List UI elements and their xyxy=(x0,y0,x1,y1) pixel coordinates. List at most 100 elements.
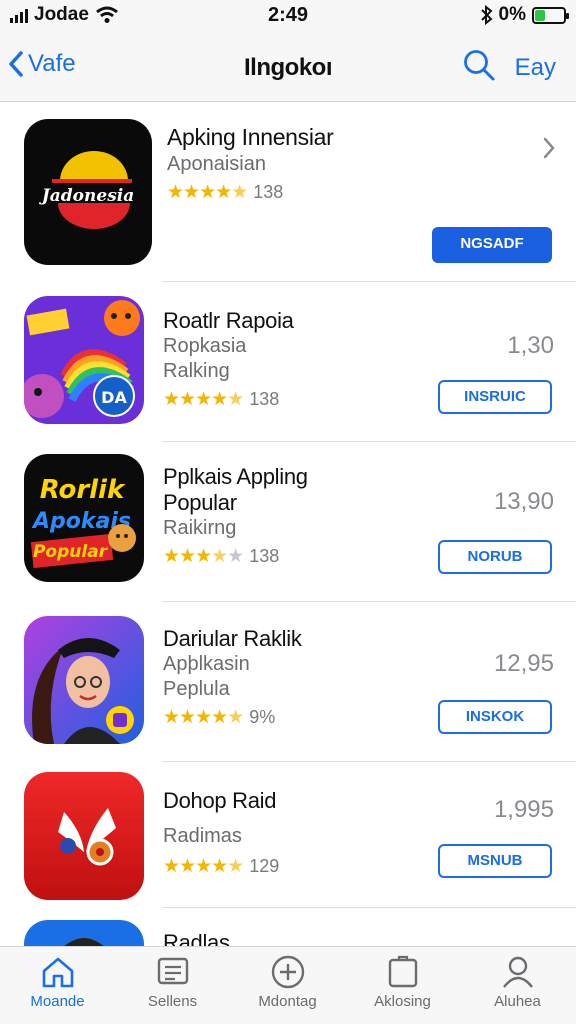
app-texts: Roatlr Rapoia Ropkasia Ralking ★★★★★ 138 xyxy=(163,308,294,411)
rating-stars: ★★★★★ xyxy=(163,855,244,878)
tab-label: Aklosing xyxy=(374,993,431,1010)
rating-stars: ★★★★★ xyxy=(163,706,244,729)
install-button[interactable]: MSNUB xyxy=(438,844,552,878)
app-icon-art: Rorlik Apokais Popular xyxy=(24,454,144,582)
list-item[interactable]: Dohop Raid Radimas ★★★★★ 129 1,995 MSNUB xyxy=(0,762,576,908)
tab-label: Mdontag xyxy=(258,993,317,1010)
tab-label: Sellens xyxy=(147,993,198,1010)
tab-bar: Moande Sellens Mdontag Aklosing Aluhea xyxy=(0,946,576,1024)
app-icon xyxy=(24,772,144,900)
stars-filled: ★★★★ xyxy=(163,389,228,410)
app-texts: Dohop Raid Radimas ★★★★★ 129 xyxy=(163,788,279,878)
app-price: 1,995 xyxy=(493,796,554,823)
list-item[interactable]: DA Roatlr Rapoia Ropkasia Ralking ★★★★★ … xyxy=(0,282,576,442)
stars-filled: ★★★★ xyxy=(163,707,228,728)
nav-right-button[interactable]: Eay xyxy=(515,54,556,82)
app-texts: Pplkais Appling Popular Raikirng ★★★★★ 1… xyxy=(163,464,308,568)
rating-stars: ★★★★★ xyxy=(163,388,244,411)
app-name: Dohop Raid xyxy=(163,788,277,813)
app-icon xyxy=(24,616,144,744)
app-icon: DA xyxy=(24,296,144,424)
app-icon-text-1: Rorlik xyxy=(40,475,126,505)
install-button[interactable]: NORUB xyxy=(438,540,552,574)
install-button[interactable]: NGSADF xyxy=(432,227,552,263)
app-name: Pplkais Appling xyxy=(163,464,308,489)
battery-percent: 0% xyxy=(498,4,526,25)
app-icon-art xyxy=(24,772,144,900)
app-icon-text: Jadonesia xyxy=(39,186,135,206)
app-name: Apking Innensiar xyxy=(167,124,334,150)
star-half: ★ xyxy=(211,546,228,567)
tab-aklosing[interactable]: Aklosing xyxy=(345,955,460,1010)
app-texts: Dariular Raklik Apþlkasin Peplula ★★★★★ … xyxy=(163,626,302,729)
app-price: 1,30 xyxy=(507,332,554,359)
app-subtitle: Raikirng xyxy=(163,517,237,539)
battery-fill xyxy=(535,9,545,21)
home-icon xyxy=(42,957,73,988)
app-rating: ★★★★★ 138 xyxy=(163,545,308,568)
install-button[interactable]: INSRUIC xyxy=(438,380,552,414)
list-item[interactable]: Rorlik Apokais Popular Pplkais Appling P… xyxy=(0,442,576,602)
chevron-right-icon xyxy=(543,137,555,159)
app-name: Roatlr Rapoia xyxy=(163,308,294,333)
app-icon-art: Jadonesia xyxy=(39,151,135,229)
stars-filled: ★★★★ xyxy=(163,856,228,877)
app-price: 12,95 xyxy=(493,650,554,677)
tab-mdontag[interactable]: Mdontag xyxy=(230,955,345,1010)
app-subtitle: Radimas xyxy=(163,825,242,847)
star-half: ★ xyxy=(227,856,244,877)
list-item[interactable]: Jadonesia Apking Innensiar Aponaisian ★★… xyxy=(0,102,576,282)
person-icon xyxy=(502,956,533,988)
rating-count: 9% xyxy=(249,707,276,727)
search-icon xyxy=(464,50,495,81)
app-icon: Rorlik Apokais Popular xyxy=(24,454,144,582)
app-rating: ★★★★★ 138 xyxy=(163,388,294,411)
app-icon-text: DA xyxy=(101,388,127,407)
tab-aluhea[interactable]: Aluhea xyxy=(460,955,575,1010)
app-icon: Jadonesia xyxy=(24,119,152,265)
app-icon-art xyxy=(24,616,144,744)
app-name-line2: Popular xyxy=(163,490,237,515)
status-right: 0% xyxy=(480,4,569,26)
plus-circle-icon xyxy=(271,955,304,989)
rating-stars: ★★★★★ xyxy=(167,181,248,204)
tab-home[interactable]: Moande xyxy=(0,955,115,1010)
rating-count: 138 xyxy=(249,546,280,566)
list-item[interactable]: Dariular Raklik Apþlkasin Peplula ★★★★★ … xyxy=(0,602,576,762)
status-bar: Jodae 2:49 0% xyxy=(0,0,576,34)
app-category: Ralking xyxy=(163,360,230,382)
app-category: Peplula xyxy=(163,678,230,700)
app-texts: Apking Innensiar Aponaisian ★★★★★ 138 xyxy=(167,124,334,204)
rating-stars: ★★★★★ xyxy=(163,545,244,568)
app-name: Dariular Raklik xyxy=(163,626,302,651)
stars-filled: ★★★ xyxy=(163,546,212,567)
rating-count: 138 xyxy=(249,389,280,409)
bluetooth-icon xyxy=(480,5,493,25)
star-half: ★ xyxy=(227,707,244,728)
battery-icon xyxy=(532,6,569,24)
tablet-icon xyxy=(388,955,417,988)
app-subtitle: Apþlkasin xyxy=(163,653,250,675)
star-half: ★ xyxy=(231,182,248,203)
app-rating: ★★★★★ 129 xyxy=(163,855,279,878)
app-subtitle: Ropkasia xyxy=(163,335,247,357)
app-icon xyxy=(24,920,144,948)
star-half: ★ xyxy=(227,389,244,410)
list-item[interactable]: Radlas xyxy=(0,908,576,948)
stars-filled: ★★★★ xyxy=(167,182,232,203)
navigation-bar: Vafe Ilngokoı Eay xyxy=(0,34,576,102)
app-icon-art: DA xyxy=(24,296,144,424)
search-button[interactable] xyxy=(462,48,496,87)
stars-empty: ★ xyxy=(227,546,244,567)
install-button[interactable]: INSKOK xyxy=(438,700,552,734)
app-subtitle: Aponaisian xyxy=(167,153,266,175)
app-rating: ★★★★★ 9% xyxy=(163,706,302,729)
tab-label: Aluhea xyxy=(494,993,541,1010)
rating-count: 138 xyxy=(253,182,284,202)
tab-label: Moande xyxy=(30,993,85,1010)
app-rating: ★★★★★ 138 xyxy=(167,181,334,204)
app-icon-art xyxy=(62,938,106,948)
app-icon-text-3: Popular xyxy=(33,542,109,562)
tab-sellens[interactable]: Sellens xyxy=(115,955,230,1010)
rating-count: 129 xyxy=(249,856,280,876)
